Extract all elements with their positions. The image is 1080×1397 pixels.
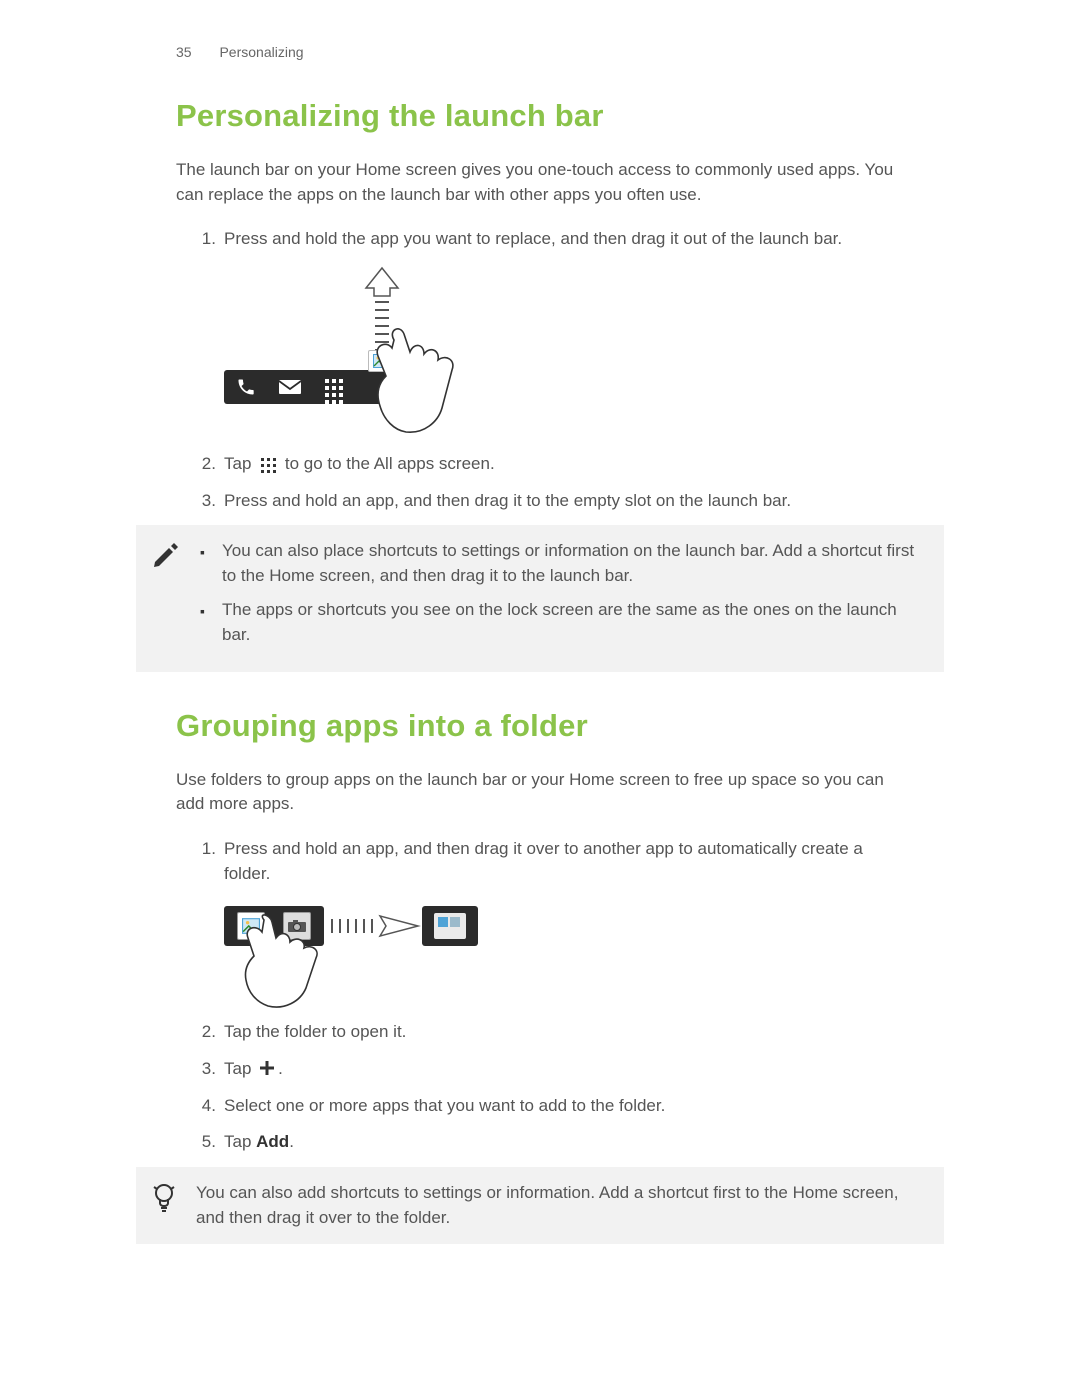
- tip-callout: You can also add shortcuts to settings o…: [136, 1167, 944, 1244]
- figure-make-folder: [224, 894, 484, 1004]
- step-3: Press and hold an app, and then drag it …: [200, 489, 904, 514]
- fstep-3-pre: Tap: [224, 1059, 256, 1078]
- hand-pointer-icon: [364, 320, 494, 440]
- step-2: Tap to go to the All apps screen.: [200, 452, 904, 477]
- launch-phone-icon: [224, 370, 268, 404]
- step-1: Press and hold the app you want to repla…: [200, 227, 904, 436]
- fstep-1-text: Press and hold an app, and then drag it …: [224, 839, 863, 883]
- heading-folders: Grouping apps into a folder: [176, 708, 904, 744]
- step-2-pre: Tap: [224, 454, 256, 473]
- fstep-3-post: .: [278, 1059, 283, 1078]
- running-header: 35 Personalizing: [176, 44, 904, 60]
- plus-icon: [259, 1060, 275, 1076]
- note-item-1: You can also place shortcuts to settings…: [216, 539, 922, 588]
- heading-launch-bar: Personalizing the launch bar: [176, 98, 904, 134]
- fstep-5-post: .: [289, 1132, 294, 1151]
- lightbulb-icon: [152, 1183, 176, 1213]
- fstep-1: Press and hold an app, and then drag it …: [200, 837, 904, 1004]
- pencil-icon: [152, 541, 180, 569]
- manual-page: 35 Personalizing Personalizing the launc…: [0, 0, 1080, 1397]
- fstep-5-bold: Add: [256, 1132, 289, 1151]
- section-name: Personalizing: [219, 44, 303, 60]
- note-list: You can also place shortcuts to settings…: [196, 539, 922, 648]
- tip-text: You can also add shortcuts to settings o…: [196, 1181, 922, 1230]
- apps-grid-icon: [259, 457, 277, 471]
- fstep-3: Tap .: [200, 1057, 904, 1082]
- fstep-4: Select one or more apps that you want to…: [200, 1094, 904, 1119]
- hand-pointer-icon-2: [236, 916, 346, 1012]
- steps-folders: Press and hold an app, and then drag it …: [200, 837, 904, 1155]
- step-2-post: to go to the All apps screen.: [280, 454, 495, 473]
- launch-apps-icon: [312, 370, 356, 404]
- launch-mail-icon: [268, 370, 312, 404]
- dest-bar: [422, 906, 478, 946]
- fstep-2: Tap the folder to open it.: [200, 1020, 904, 1045]
- intro-folders: Use folders to group apps on the launch …: [176, 768, 904, 817]
- folder-icon: [434, 913, 466, 939]
- page-number: 35: [176, 44, 192, 60]
- step-1-text: Press and hold the app you want to repla…: [224, 229, 842, 248]
- note-callout: You can also place shortcuts to settings…: [136, 525, 944, 672]
- figure-drag-out: [224, 260, 494, 436]
- fstep-5-pre: Tap: [224, 1132, 256, 1151]
- fstep-5: Tap Add.: [200, 1130, 904, 1155]
- note-item-2: The apps or shortcuts you see on the loc…: [216, 598, 922, 647]
- intro-launch-bar: The launch bar on your Home screen gives…: [176, 158, 904, 207]
- steps-launch-bar: Press and hold the app you want to repla…: [200, 227, 904, 513]
